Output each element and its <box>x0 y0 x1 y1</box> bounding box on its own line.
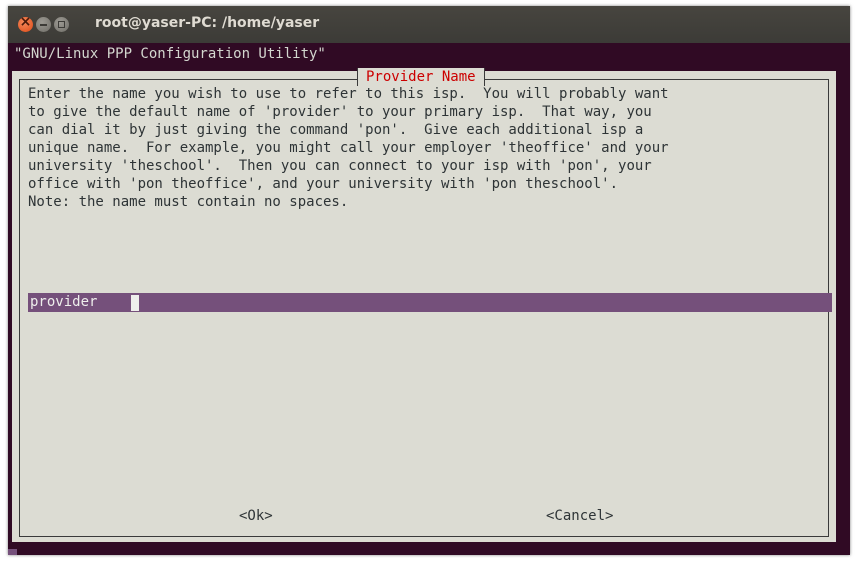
window-titlebar[interactable]: root@yaser-PC: /home/yaser <box>8 6 850 43</box>
text-cursor <box>131 295 139 311</box>
minimize-icon[interactable] <box>36 17 51 32</box>
terminal-bottom-line <box>8 549 850 555</box>
terminal-area[interactable]: "GNU/Linux PPP Configuration Utility" Pr… <box>8 43 850 555</box>
ok-button[interactable]: <Ok> <box>239 507 273 525</box>
terminal-cursor <box>8 549 17 555</box>
provider-name-dialog: Provider Name Enter the name you wish to… <box>12 68 836 542</box>
terminal-window: root@yaser-PC: /home/yaser "GNU/Linux PP… <box>8 6 850 555</box>
window-title: root@yaser-PC: /home/yaser <box>95 15 320 31</box>
provider-name-input[interactable]: provider <box>28 293 832 312</box>
maximize-icon[interactable] <box>54 17 69 32</box>
backtitle: "GNU/Linux PPP Configuration Utility" <box>14 46 326 62</box>
dialog-title: Provider Name <box>357 68 485 86</box>
cancel-button[interactable]: <Cancel> <box>546 507 613 525</box>
close-icon[interactable] <box>18 14 33 32</box>
input-value: provider <box>30 294 98 310</box>
dialog-message: Enter the name you wish to use to refer … <box>28 86 669 210</box>
